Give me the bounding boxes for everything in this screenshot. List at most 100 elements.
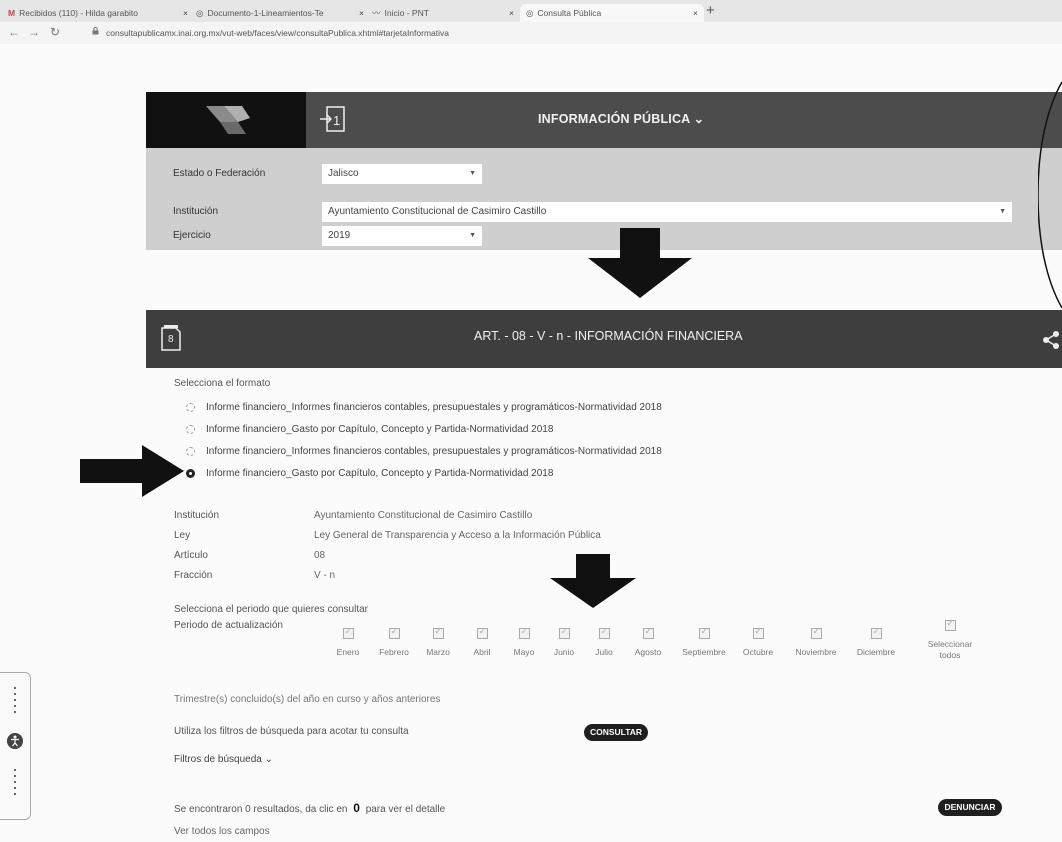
checkbox[interactable] bbox=[944, 618, 956, 631]
radio-button[interactable] bbox=[186, 447, 195, 456]
checkbox[interactable] bbox=[558, 626, 570, 639]
doc-icon: ◎ bbox=[196, 7, 204, 18]
share-icon[interactable] bbox=[1042, 330, 1062, 350]
browser-tab[interactable]: 〰 Inicio - PNT × bbox=[372, 4, 514, 22]
month-checkbox[interactable]: Agosto bbox=[618, 626, 678, 658]
month-label: Enero bbox=[336, 647, 360, 657]
svg-text:1: 1 bbox=[333, 113, 340, 128]
url-field[interactable]: consultapublicamx.inai.org.mx/vut-web/fa… bbox=[106, 28, 449, 38]
divider bbox=[14, 687, 16, 717]
gmail-icon: M bbox=[8, 8, 16, 18]
detail-articulo-value: 08 bbox=[314, 550, 326, 561]
detail-fraccion-value: V - n bbox=[314, 570, 336, 581]
month-label: Septiembre bbox=[682, 647, 726, 657]
close-icon[interactable]: × bbox=[179, 8, 188, 18]
checkbox[interactable] bbox=[598, 626, 610, 639]
radio-button-selected[interactable] bbox=[186, 469, 195, 478]
close-icon[interactable]: × bbox=[355, 8, 364, 18]
period-prompt: Selecciona el periodo que quieres consul… bbox=[174, 604, 369, 615]
close-icon[interactable]: × bbox=[505, 8, 514, 18]
format-option-selected[interactable]: Informe financiero_Gasto por Capítulo, C… bbox=[186, 468, 553, 479]
down-arrow-annotation-icon bbox=[550, 554, 636, 608]
results-prefix: Se encontraron 0 resultados, da clic en bbox=[174, 804, 348, 815]
format-option-label: Informe financiero_Informes financieros … bbox=[206, 446, 662, 457]
checkbox[interactable] bbox=[698, 626, 710, 639]
ejercicio-value: 2019 bbox=[328, 230, 351, 241]
radio-button[interactable] bbox=[186, 403, 195, 412]
month-label: Junio bbox=[553, 647, 575, 657]
ver-todos-link[interactable]: Ver todos los campos bbox=[174, 826, 270, 837]
checkbox[interactable] bbox=[342, 626, 354, 639]
month-label: Mayo bbox=[513, 647, 535, 657]
accessibility-icon[interactable] bbox=[7, 733, 23, 749]
month-label: Octubre bbox=[742, 647, 774, 657]
checkbox[interactable] bbox=[518, 626, 530, 639]
checkbox[interactable] bbox=[388, 626, 400, 639]
detail-articulo-label: Artículo bbox=[174, 550, 208, 561]
filtros-toggle[interactable]: Filtros de búsqueda ⌄ bbox=[174, 754, 273, 765]
back-icon[interactable]: ← bbox=[8, 25, 20, 39]
detail-ley-label: Ley bbox=[174, 530, 191, 541]
denunciar-button[interactable]: DENUNCIAR bbox=[938, 799, 1002, 816]
format-option[interactable]: Informe financiero_Informes financieros … bbox=[186, 446, 662, 457]
radio-button[interactable] bbox=[186, 425, 195, 434]
period-label: Periodo de actualización bbox=[174, 620, 283, 631]
informacion-publica-menu[interactable]: INFORMACIÓN PÚBLICA ⌄ bbox=[538, 111, 704, 126]
month-label: Agosto bbox=[634, 647, 662, 657]
select-all-checkbox[interactable]: Seleccionar todos bbox=[923, 618, 977, 661]
format-option[interactable]: Informe financiero_Informes financieros … bbox=[186, 402, 662, 413]
ejercicio-label: Ejercicio bbox=[173, 230, 211, 241]
detail-fraccion-label: Fracción bbox=[174, 570, 213, 581]
checkbox[interactable] bbox=[810, 626, 822, 639]
ejercicio-select[interactable]: 2019 ▼ bbox=[322, 226, 482, 246]
down-arrow-annotation-icon bbox=[588, 228, 692, 298]
document-number: 8 bbox=[168, 334, 174, 345]
login-icon[interactable]: 1 bbox=[318, 104, 348, 134]
institucion-label: Institución bbox=[173, 206, 219, 217]
reload-icon[interactable]: ↻ bbox=[50, 25, 60, 39]
month-checkbox[interactable]: Septiembre bbox=[674, 626, 734, 658]
results-count-link[interactable]: 0 bbox=[353, 801, 360, 815]
month-label: Noviembre bbox=[795, 647, 837, 657]
results-summary: Se encontraron 0 resultados, da clic en … bbox=[174, 801, 445, 815]
institucion-select[interactable]: Ayuntamiento Constitucional de Casimiro … bbox=[322, 202, 1012, 222]
chevron-down-icon: ▼ bbox=[469, 232, 476, 239]
format-option[interactable]: Informe financiero_Gasto por Capítulo, C… bbox=[186, 424, 553, 435]
tab-label: Recibidos (110) - Hilda garabito bbox=[19, 8, 138, 18]
top-navigation: 1 INFORMACIÓN PÚBLICA ⌄ bbox=[146, 92, 1062, 148]
lock-icon bbox=[92, 27, 99, 35]
browser-tab-active[interactable]: ◎ Consulta Pública × bbox=[520, 4, 704, 22]
browser-tab[interactable]: ◎ Documento-1-Lineamientos-Te × bbox=[196, 4, 364, 22]
chevron-down-icon: ▼ bbox=[999, 208, 1006, 215]
estado-select[interactable]: Jalisco ▼ bbox=[322, 164, 482, 184]
month-checkbox[interactable]: Diciembre bbox=[846, 626, 906, 658]
checkbox[interactable] bbox=[870, 626, 882, 639]
estado-label: Estado o Federación bbox=[173, 168, 266, 179]
checkbox[interactable] bbox=[642, 626, 654, 639]
accessibility-widget[interactable] bbox=[0, 672, 31, 820]
divider bbox=[14, 769, 16, 799]
globe-icon: ◎ bbox=[526, 7, 534, 18]
chevron-down-icon: ▼ bbox=[469, 170, 476, 177]
new-tab-icon[interactable]: + bbox=[706, 2, 715, 19]
detail-institucion-value: Ayuntamiento Constitucional de Casimiro … bbox=[314, 510, 533, 521]
month-checkbox[interactable]: Octubre bbox=[728, 626, 788, 658]
forward-icon[interactable]: → bbox=[28, 25, 40, 39]
month-label: Diciembre bbox=[856, 647, 896, 657]
format-option-label: Informe financiero_Gasto por Capítulo, C… bbox=[206, 424, 554, 435]
checkbox[interactable] bbox=[752, 626, 764, 639]
logo[interactable] bbox=[146, 92, 306, 148]
month-checkbox[interactable]: Noviembre bbox=[786, 626, 846, 658]
right-arrow-annotation-icon bbox=[80, 445, 184, 497]
results-suffix: para ver el detalle bbox=[365, 804, 446, 815]
consultar-button[interactable]: CONSULTAR bbox=[584, 724, 648, 741]
browser-tab[interactable]: M Recibidos (110) - Hilda garabito × bbox=[8, 4, 188, 22]
format-option-label: Informe financiero_Gasto por Capítulo, C… bbox=[206, 468, 554, 479]
circle-annotation-icon bbox=[1038, 81, 1062, 309]
tab-label: Inicio - PNT bbox=[384, 8, 429, 18]
checkbox[interactable] bbox=[432, 626, 444, 639]
close-icon[interactable]: × bbox=[689, 8, 698, 18]
month-label: Febrero bbox=[379, 647, 409, 657]
checkbox[interactable] bbox=[476, 626, 488, 639]
month-label: Abril bbox=[473, 647, 491, 657]
